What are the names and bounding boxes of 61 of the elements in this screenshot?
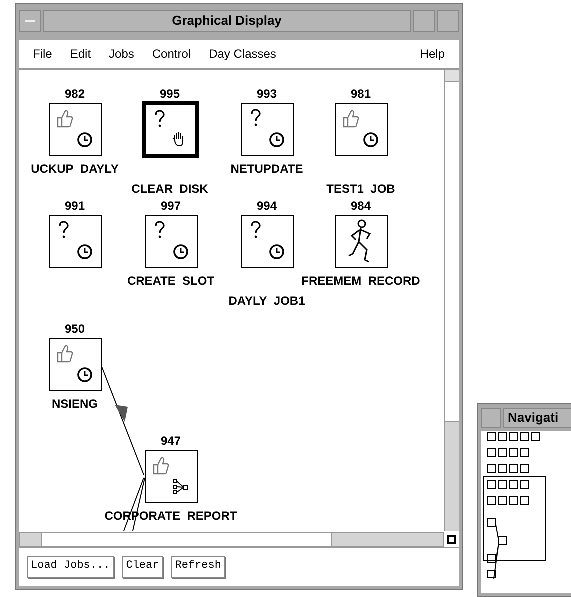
job-number: 995 (158, 88, 182, 100)
job-node[interactable] (335, 103, 388, 156)
job-number: 984 (350, 200, 372, 212)
horizontal-scrollbar[interactable] (19, 532, 444, 546)
question-mark-icon (58, 221, 70, 239)
job-name: FREEMEM_RECORD (300, 275, 422, 287)
menu-item[interactable]: Edit (70, 45, 92, 63)
toolbar-button[interactable]: Refresh (171, 556, 226, 578)
window-menu-button[interactable] (19, 10, 41, 32)
job-node[interactable] (142, 101, 199, 158)
vertical-scrollbar[interactable] (444, 70, 459, 531)
job-number: 991 (64, 200, 86, 212)
job-number: 947 (160, 435, 182, 447)
question-mark-icon (250, 109, 262, 127)
job-node[interactable] (241, 103, 294, 156)
job-number: 993 (256, 88, 278, 100)
clock-icon (363, 132, 379, 148)
hand-icon (172, 131, 186, 147)
job-node[interactable] (145, 450, 198, 503)
job-name: TEST1_JOB (326, 183, 396, 195)
question-mark-icon (250, 221, 262, 239)
clock-icon (173, 244, 189, 260)
job-name: UCKUP_DAYLY (30, 163, 120, 175)
question-mark-icon (154, 221, 166, 239)
clock-icon (269, 244, 285, 260)
menu-item[interactable]: Control (152, 45, 192, 63)
job-node[interactable] (335, 215, 388, 268)
thumbs-up-icon (342, 109, 360, 129)
job-node[interactable] (241, 215, 294, 268)
toolbar-button[interactable]: Load Jobs... (27, 556, 114, 578)
job-number: 950 (64, 323, 86, 335)
job-node[interactable] (49, 338, 102, 391)
window-title: Graphical Display (43, 10, 411, 32)
toolbar-button[interactable]: Clear (122, 556, 164, 578)
job-name: DAYLY_JOB1 (228, 295, 306, 307)
job-number: 994 (256, 200, 278, 212)
thumbs-up-icon (56, 109, 74, 129)
menu-item[interactable]: File (33, 45, 52, 63)
job-node[interactable] (49, 103, 102, 156)
job-number: 997 (160, 200, 182, 212)
clock-icon (77, 367, 93, 383)
thumbs-up-icon (152, 456, 170, 476)
clock-icon (77, 132, 93, 148)
menu-item[interactable]: Jobs (109, 45, 134, 63)
job-number: 982 (64, 88, 86, 100)
menu-item[interactable]: Help (420, 45, 445, 63)
job-name: CLEAR_DISK (130, 183, 210, 195)
job-name: NETUPDATE (230, 163, 304, 175)
menu-item[interactable]: Day Classes (209, 45, 276, 63)
job-name: NSIENG (50, 398, 99, 410)
corner-box-icon (447, 534, 456, 544)
clock-icon (269, 132, 285, 148)
job-number: 981 (350, 88, 372, 100)
job-node[interactable] (145, 215, 198, 268)
job-name: CREATE_SLOT (126, 275, 216, 287)
thumbs-up-icon (56, 344, 74, 364)
job-node[interactable] (49, 215, 102, 268)
flowchart-icon (173, 479, 189, 495)
question-mark-icon (154, 110, 166, 128)
clock-icon (77, 244, 93, 260)
window-title: Navigati (503, 408, 571, 428)
